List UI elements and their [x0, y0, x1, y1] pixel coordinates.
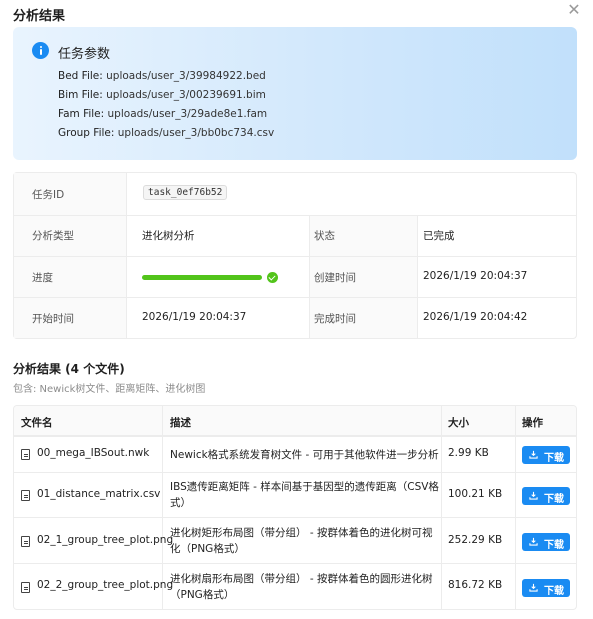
created-time-value: 2026/1/19 20:04:37 [423, 270, 528, 282]
analysis-type-value: 进化树分析 [142, 230, 195, 242]
task-params-panel: 任务参数 Bed File: uploads/user_3/39984922.b… [13, 27, 577, 160]
results-subtitle: 包含: Newick树文件、距离矩阵、进化树图 [13, 384, 206, 395]
download-button[interactable]: 下载 [522, 579, 570, 597]
param-bed-file: Bed File: uploads/user_3/39984922.bed [58, 70, 266, 82]
check-circle-icon [267, 272, 278, 283]
download-icon [529, 537, 538, 546]
file-size: 2.99 KB [448, 447, 489, 459]
param-bim-file: Bim File: uploads/user_3/00239691.bim [58, 89, 266, 101]
file-name: 01_distance_matrix.csv [37, 488, 161, 500]
progress-label: 进度 [32, 272, 53, 284]
col-actions: 操作 [522, 417, 543, 429]
info-icon [32, 42, 49, 59]
file-icon [21, 536, 30, 547]
finish-time-value: 2026/1/19 20:04:42 [423, 311, 528, 323]
file-name: 02_2_group_tree_plot.png [37, 579, 174, 591]
table-row: 01_distance_matrix.csv IBS遗传距离矩阵 - 样本间基于… [14, 472, 576, 517]
finish-time-label: 完成时间 [314, 313, 356, 325]
download-icon [529, 583, 538, 592]
file-description: 进化树矩形布局图（带分组） - 按群体着色的进化树可视化（PNG格式） [170, 527, 433, 555]
download-button[interactable]: 下载 [522, 533, 570, 551]
close-icon[interactable]: ✕ [565, 1, 583, 19]
task-params-title: 任务参数 [58, 47, 111, 62]
download-icon [529, 491, 538, 500]
task-id-label: 任务ID [32, 189, 65, 201]
results-title: 分析结果 (4 个文件) [13, 362, 125, 376]
download-button[interactable]: 下载 [522, 487, 570, 505]
download-icon [529, 450, 538, 459]
col-size: 大小 [448, 417, 469, 429]
dialog-title: 分析结果 [13, 9, 66, 24]
progress-bar [142, 275, 262, 280]
file-size: 816.72 KB [448, 579, 503, 591]
task-meta-table: 任务ID task_0ef76b52 分析类型 进化树分析 状态 已完成 进度 … [13, 172, 577, 339]
status-label: 状态 [314, 230, 335, 242]
start-time-label: 开始时间 [32, 313, 74, 325]
file-description: IBS遗传距离矩阵 - 样本间基于基因型的遗传距离（CSV格式） [170, 481, 439, 509]
file-name: 00_mega_IBSout.nwk [37, 447, 150, 459]
file-icon [21, 490, 30, 501]
file-size: 100.21 KB [448, 488, 503, 500]
table-row: 00_mega_IBSout.nwk Newick格式系统发育树文件 - 可用于… [14, 436, 576, 472]
download-button[interactable]: 下载 [522, 446, 570, 464]
created-time-label: 创建时间 [314, 272, 356, 284]
col-filename: 文件名 [21, 417, 53, 429]
task-id-tag: task_0ef76b52 [143, 185, 228, 200]
results-table: 文件名 描述 大小 操作 00_mega_IBSout.nwk Newick格式… [13, 405, 577, 610]
file-icon [21, 582, 30, 593]
table-row: 02_1_group_tree_plot.png 进化树矩形布局图（带分组） -… [14, 517, 576, 563]
status-badge: 已完成 [423, 230, 455, 242]
file-description: Newick格式系统发育树文件 - 可用于其他软件进一步分析 [170, 449, 439, 461]
param-group-file: Group File: uploads/user_3/bb0bc734.csv [58, 127, 275, 139]
analysis-type-label: 分析类型 [32, 230, 74, 242]
table-row: 02_2_group_tree_plot.png 进化树扇形布局图（带分组） -… [14, 563, 576, 609]
file-icon [21, 449, 30, 460]
file-size: 252.29 KB [448, 534, 503, 546]
col-description: 描述 [170, 417, 191, 429]
file-name: 02_1_group_tree_plot.png [37, 534, 174, 546]
file-description: 进化树扇形布局图（带分组） - 按群体着色的圆形进化树（PNG格式） [170, 573, 433, 601]
start-time-value: 2026/1/19 20:04:37 [142, 311, 247, 323]
param-fam-file: Fam File: uploads/user_3/29ade8e1.fam [58, 108, 268, 120]
results-table-header: 文件名 描述 大小 操作 [14, 406, 576, 436]
